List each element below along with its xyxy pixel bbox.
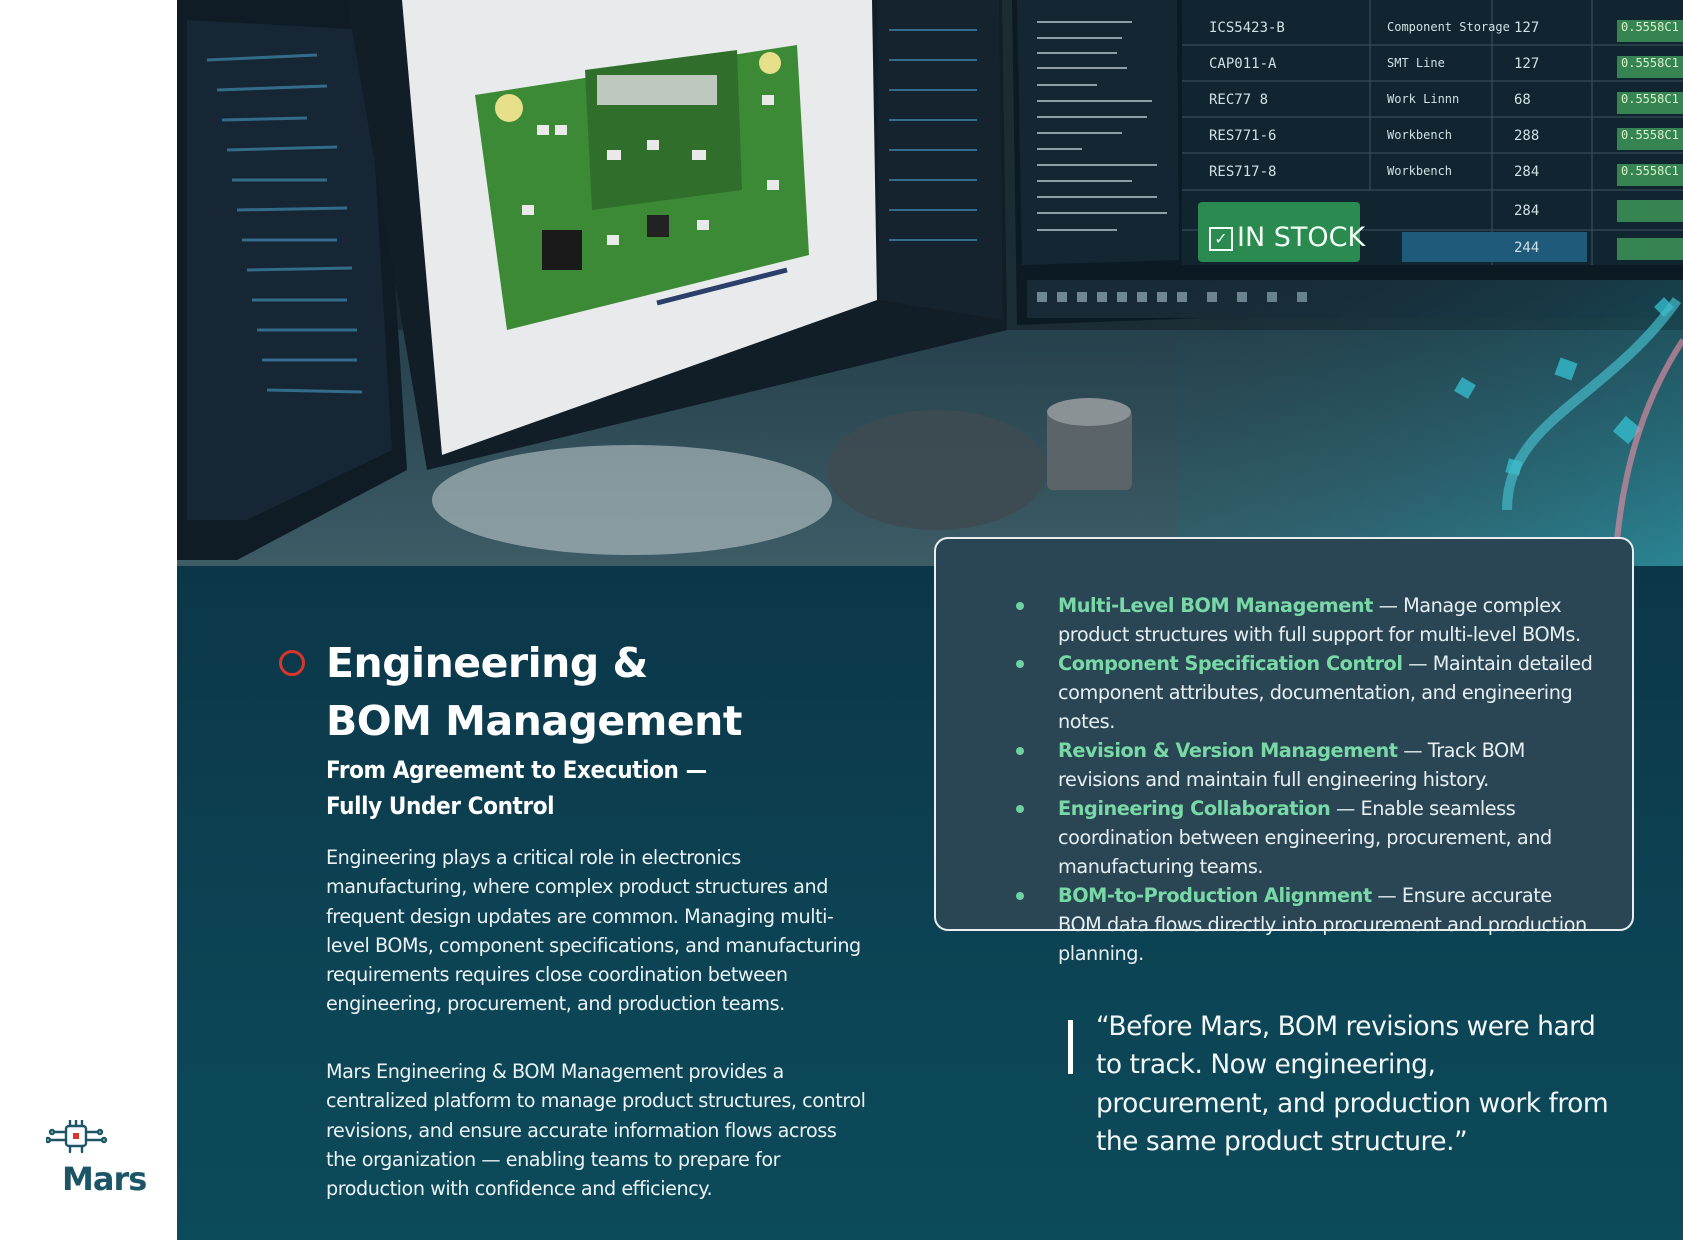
feature-item: Component Specification Control — Mainta… <box>976 649 1596 736</box>
workstation-illustration <box>177 0 1683 566</box>
feature-item: BOM-to-Production Alignment — Ensure acc… <box>976 881 1596 968</box>
feature-item: Engineering Collaboration — Enable seaml… <box>976 794 1596 881</box>
feature-item: Revision & Version Management — Track BO… <box>976 736 1596 794</box>
checkbox-icon: ✓ <box>1209 227 1233 251</box>
in-stock-badge: ✓ IN STOCK <box>1209 222 1371 253</box>
section-subtitle: From Agreement to Execution — Fully Unde… <box>326 756 707 820</box>
feature-item: Multi-Level BOM Management — Manage comp… <box>976 591 1596 649</box>
platform-paragraph: Mars Engineering & BOM Management provid… <box>326 1060 866 1201</box>
brand-name: Mars <box>62 1160 147 1198</box>
section-title: Engineering & BOM Management <box>326 639 742 745</box>
quote-bar <box>1068 1020 1073 1074</box>
left-margin <box>0 0 177 1240</box>
hero-image: ICS5423-B Component Storage 127 0.5558C1… <box>177 0 1683 566</box>
table-qty: 244 <box>1514 240 1540 256</box>
feature-list-card: Multi-Level BOM Management — Manage comp… <box>934 537 1634 965</box>
customer-quote: “Before Mars, BOM revisions were hard to… <box>1096 1011 1609 1157</box>
section-marker-icon <box>279 650 305 676</box>
intro-paragraph: Engineering plays a critical role in ele… <box>326 846 861 1016</box>
table-qty: 284 <box>1514 203 1540 219</box>
